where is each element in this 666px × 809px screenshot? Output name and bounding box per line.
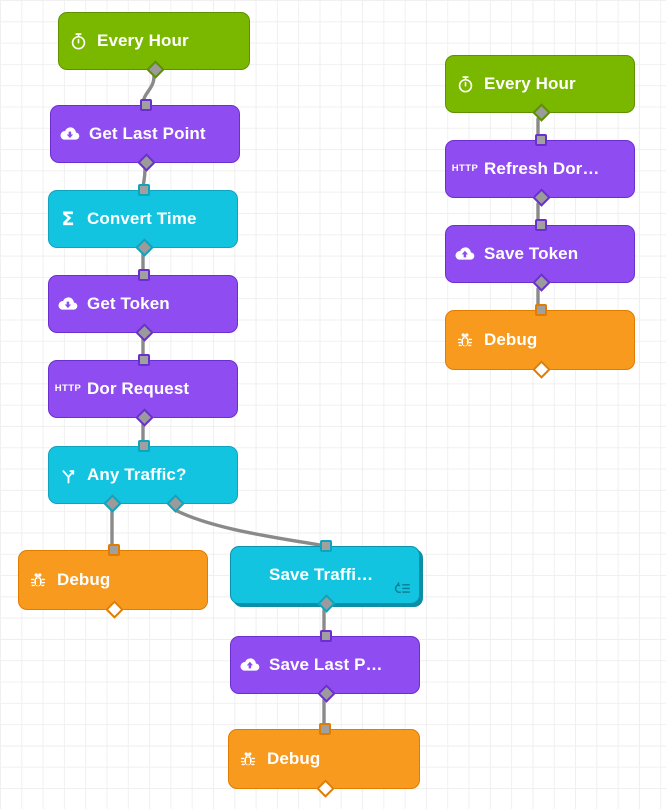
node-output-port-1[interactable] <box>531 360 551 379</box>
flow-node-save-token[interactable]: Save Token <box>445 219 635 292</box>
node-input-port[interactable] <box>140 99 152 111</box>
node-label: Refresh Dor… <box>484 159 600 178</box>
node-output-port-1[interactable] <box>136 153 156 172</box>
node-label: Every Hour <box>484 74 576 93</box>
node-label: Get Last Point <box>89 124 206 143</box>
node-output-port-1[interactable] <box>531 103 551 122</box>
node-label: Save Token <box>484 244 579 263</box>
node-input-port[interactable] <box>138 354 150 366</box>
node-input-port[interactable] <box>108 544 120 556</box>
sigma-icon: Σ <box>61 207 75 230</box>
node-input-port[interactable] <box>320 540 332 552</box>
cloud-download-icon <box>51 125 89 143</box>
node-output-port-1[interactable] <box>134 238 154 257</box>
node-output-port-1[interactable] <box>134 323 154 342</box>
node-output-port-1[interactable] <box>315 779 335 798</box>
node-output-port-1[interactable] <box>134 408 154 427</box>
node-label: Convert Time <box>87 209 197 228</box>
node-input-port[interactable] <box>319 723 331 735</box>
bug-icon <box>229 750 267 768</box>
http-icon: HTTP <box>451 163 479 175</box>
node-label: Dor Request <box>87 379 190 398</box>
node-output-port-1[interactable] <box>145 60 165 79</box>
node-output-port-1[interactable] <box>531 273 551 292</box>
node-output-port-1[interactable] <box>316 684 336 703</box>
node-label: Debug <box>57 570 111 589</box>
node-input-port[interactable] <box>138 184 150 196</box>
flow-node-get-last-point[interactable]: Get Last Point <box>50 99 240 172</box>
cloud-upload-icon <box>446 245 484 263</box>
node-output-port-1[interactable] <box>104 600 124 619</box>
node-input-port[interactable] <box>535 219 547 231</box>
flow-node-save-last-p[interactable]: Save Last P… <box>230 630 420 703</box>
flow-node-refresh-dor[interactable]: HTTP Refresh Dor… <box>445 134 635 207</box>
node-input-port[interactable] <box>535 134 547 146</box>
stopwatch-icon <box>446 75 484 94</box>
node-output-port-1[interactable] <box>103 494 122 513</box>
node-output-port-2[interactable] <box>166 494 185 513</box>
node-label: Save Last P… <box>269 655 383 674</box>
flow-node-dor-request[interactable]: HTTP Dor Request <box>48 354 238 427</box>
node-label: Debug <box>484 330 538 349</box>
flow-canvas[interactable]: Every Hour Get Last Point Σ Convert Time Get… <box>0 0 666 809</box>
flow-node-every-hour[interactable]: Every Hour <box>58 12 250 79</box>
subflow-badge <box>392 581 411 598</box>
cloud-upload-icon <box>231 656 269 674</box>
bug-icon <box>19 571 57 589</box>
flow-node-debug[interactable]: Debug <box>228 723 420 798</box>
flow-node-every-hour[interactable]: Every Hour <box>445 55 635 122</box>
node-output-port-1[interactable] <box>531 188 551 207</box>
flow-node-save-traffi[interactable]: Save Traffi… <box>230 540 420 613</box>
http-icon: HTTP <box>54 383 82 395</box>
wire-n6-to-n8[interactable] <box>173 508 327 548</box>
node-label: Debug <box>267 749 321 768</box>
bug-icon <box>446 331 484 349</box>
flow-node-debug[interactable]: Debug <box>18 544 208 619</box>
flow-node-debug[interactable]: Debug <box>445 304 635 379</box>
flow-node-convert-time[interactable]: Σ Convert Time <box>48 184 238 257</box>
node-label: Save Traffi… <box>269 565 374 584</box>
node-input-port[interactable] <box>320 630 332 642</box>
node-input-port[interactable] <box>138 440 150 452</box>
node-output-port-1[interactable] <box>316 594 336 613</box>
flow-node-get-token[interactable]: Get Token <box>48 269 238 342</box>
stopwatch-icon <box>59 32 97 51</box>
node-label: Any Traffic? <box>87 465 187 484</box>
node-input-port[interactable] <box>138 269 150 281</box>
node-input-port[interactable] <box>535 304 547 316</box>
cloud-download-icon <box>49 295 87 313</box>
node-label: Get Token <box>87 294 170 313</box>
node-label: Every Hour <box>97 31 189 50</box>
flow-node-any-traffic[interactable]: Any Traffic? <box>48 440 238 513</box>
switch-fork-icon <box>49 466 87 485</box>
